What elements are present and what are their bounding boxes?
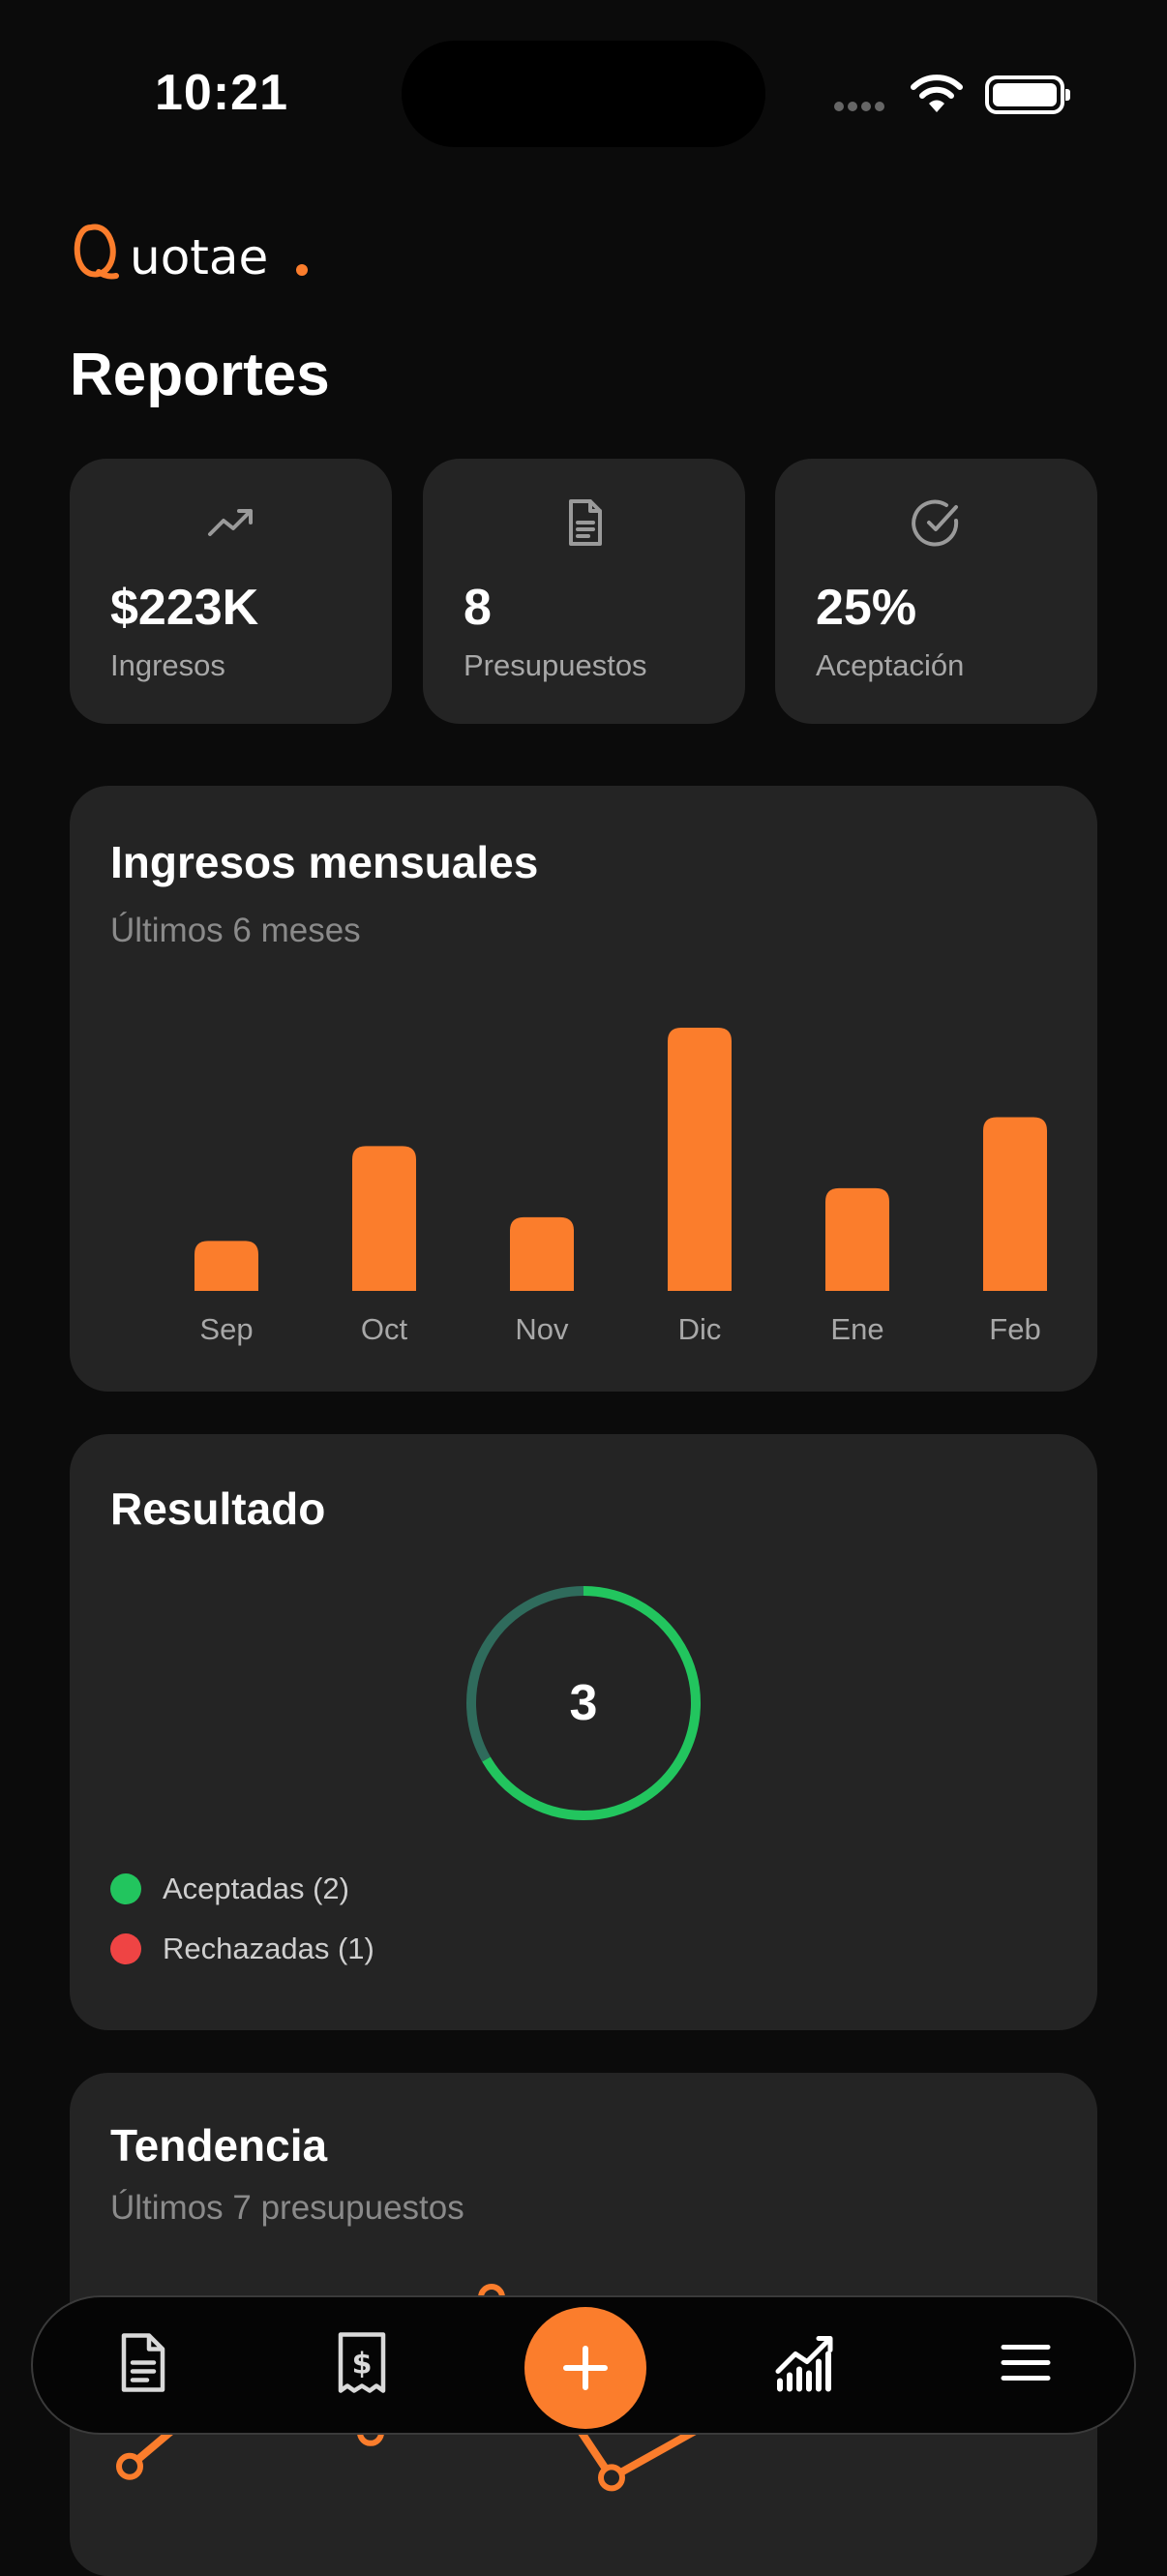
- trend-point-1: [116, 2452, 143, 2480]
- nav-menu-button[interactable]: [1001, 2344, 1051, 2387]
- dynamic-island: [402, 41, 765, 147]
- stat-value: $223K: [110, 580, 259, 636]
- stat-card-aceptacion: 25% Aceptación: [775, 459, 1097, 724]
- bar-oct: [352, 1146, 416, 1291]
- stat-label: Aceptación: [816, 648, 965, 682]
- nav-reports-button[interactable]: [774, 2333, 836, 2398]
- check-circle-icon: [911, 499, 958, 547]
- stat-value: 25%: [816, 580, 917, 636]
- monthly-income-card: Ingresos mensuales Últimos 6 meses Sep Oc…: [70, 786, 1097, 1392]
- stat-card-presupuestos: 8 Presupuestos: [423, 459, 745, 724]
- bar-ene: [825, 1187, 889, 1291]
- document-icon: [121, 2333, 165, 2392]
- stat-label: Ingresos: [110, 648, 225, 682]
- stat-label: Presupuestos: [464, 648, 647, 682]
- wifi-icon: [911, 75, 963, 112]
- x-tick-label: Ene: [830, 1312, 883, 1346]
- bottom-navigation: $: [31, 2295, 1136, 2435]
- trending-up-icon: [207, 509, 253, 536]
- app-logo: uotae: [74, 224, 308, 285]
- add-icon: [563, 2346, 608, 2390]
- stat-value: 8: [464, 580, 492, 636]
- stat-card-ingresos: $223K Ingresos: [70, 459, 392, 724]
- bar-feb: [983, 1117, 1047, 1291]
- legend-dot-accepted: [110, 1873, 141, 1904]
- receipt-icon: $: [338, 2332, 386, 2393]
- donut-center-value: 3: [569, 1675, 598, 1731]
- page-title: Reportes: [70, 342, 330, 408]
- x-tick-label: Oct: [361, 1312, 408, 1346]
- nav-quotes-button[interactable]: [116, 2332, 170, 2399]
- legend-rejected: Rechazadas (1): [110, 1932, 374, 1966]
- add-quote-button[interactable]: [524, 2307, 646, 2429]
- chart-icon: [775, 2336, 833, 2392]
- bar-sep: [194, 1241, 258, 1291]
- legend-dot-rejected: [110, 1933, 141, 1964]
- bar-nov: [510, 1216, 574, 1291]
- legend-label: Aceptadas (2): [163, 1872, 349, 1905]
- legend-label: Rechazadas (1): [163, 1932, 374, 1965]
- monthly-income-chart: Sep Oct Nov Dic Ene Feb: [194, 1028, 1047, 1346]
- status-time: 10:21: [155, 65, 288, 121]
- nav-invoices-button[interactable]: $: [335, 2331, 389, 2400]
- x-tick-label: Feb: [989, 1312, 1040, 1346]
- battery-icon: [985, 75, 1070, 114]
- x-tick-label: Sep: [199, 1312, 253, 1346]
- card-title: Resultado: [110, 1483, 326, 1534]
- result-card: Resultado 3 Aceptadas (2) Rechazadas (1): [70, 1434, 1097, 2030]
- svg-text:uotae: uotae: [130, 229, 268, 285]
- svg-text:$: $: [352, 2348, 373, 2381]
- cellular-signal-icon: [834, 99, 896, 112]
- menu-icon: [1001, 2345, 1051, 2381]
- document-icon: [568, 499, 602, 546]
- bar-dic: [668, 1028, 732, 1291]
- x-tick-label: Dic: [678, 1312, 722, 1346]
- trend-point-5: [598, 2464, 625, 2492]
- legend-accepted: Aceptadas (2): [110, 1872, 349, 1906]
- x-tick-label: Nov: [515, 1312, 569, 1346]
